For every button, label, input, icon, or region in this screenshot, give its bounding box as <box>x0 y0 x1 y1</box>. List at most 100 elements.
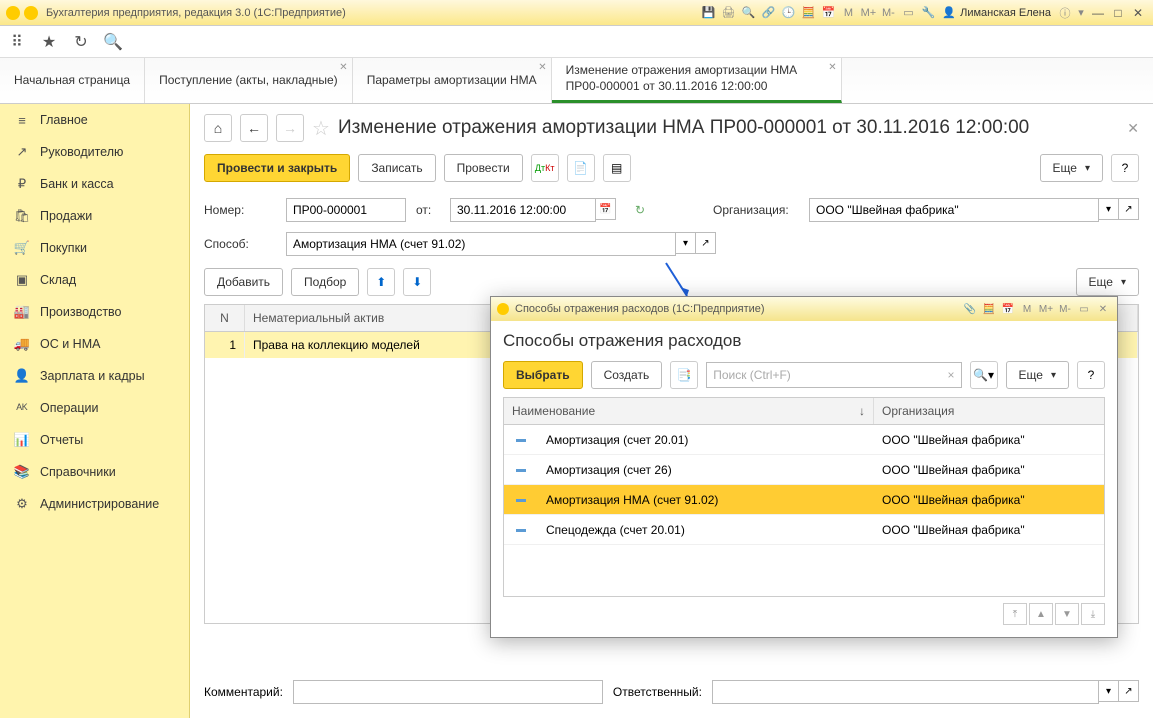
save-icon[interactable]: 💾 <box>700 5 716 21</box>
current-user[interactable]: 👤 Лиманская Елена <box>942 6 1051 19</box>
sidebar-item-assets[interactable]: 🚚ОС и НМА <box>0 328 189 360</box>
pick-button[interactable]: Подбор <box>291 268 359 296</box>
forward-button[interactable]: → <box>276 114 304 142</box>
popup-more-button[interactable]: Еще <box>1006 361 1069 389</box>
close-icon[interactable]: ✕ <box>538 62 546 73</box>
method-input[interactable] <box>286 232 676 256</box>
panel-icon[interactable]: ▭ <box>900 5 916 21</box>
sidebar-item-production[interactable]: 🏭Производство <box>0 296 189 328</box>
clip-icon[interactable]: 📎 <box>962 302 978 316</box>
search-icon[interactable]: 🔍 <box>740 5 756 21</box>
m-icon[interactable]: M <box>840 5 856 21</box>
col-n[interactable]: N <box>205 305 245 331</box>
home-button[interactable]: ⌂ <box>204 114 232 142</box>
dropdown-icon[interactable]: ▾ <box>1073 5 1089 21</box>
responsible-input[interactable] <box>712 680 1099 704</box>
open-method-icon[interactable]: ↗ <box>696 232 716 254</box>
write-button[interactable]: Записать <box>358 154 435 182</box>
doc-icon[interactable]: 📄 <box>567 154 595 182</box>
tool-icon[interactable]: 🔧 <box>920 5 936 21</box>
m-minus-icon[interactable]: M- <box>880 5 896 21</box>
calendar-icon[interactable]: 📅 <box>1000 302 1016 316</box>
sidebar-item-reports[interactable]: 📊Отчеты <box>0 424 189 456</box>
info-icon[interactable]: ⓘ <box>1057 5 1073 21</box>
star-icon[interactable]: ★ <box>40 33 58 51</box>
copy-icon[interactable]: 📑 <box>670 361 698 389</box>
history-icon[interactable]: ↻ <box>72 33 90 51</box>
date-ext-icon[interactable]: ↻ <box>626 196 654 224</box>
comment-input[interactable] <box>293 680 603 704</box>
maximize-button[interactable]: □ <box>1109 5 1127 21</box>
close-document-button[interactable]: ✕ <box>1127 120 1139 137</box>
calendar-icon[interactable]: 📅 <box>596 198 616 220</box>
up-button[interactable]: ▲ <box>1029 603 1053 625</box>
popup-close-button[interactable]: ✕ <box>1095 302 1111 316</box>
open-icon[interactable]: ↗ <box>1119 680 1139 702</box>
tab-amort-params[interactable]: Параметры амортизации НМА ✕ <box>353 58 552 103</box>
minimize-button[interactable]: — <box>1089 5 1107 21</box>
popup-col-name[interactable]: Наименование↓ <box>504 398 874 424</box>
list-icon[interactable]: ▤ <box>603 154 631 182</box>
sidebar-item-hr[interactable]: 👤Зарплата и кадры <box>0 360 189 392</box>
create-button[interactable]: Создать <box>591 361 663 389</box>
sidebar-item-purchases[interactable]: 🛒Покупки <box>0 232 189 264</box>
number-input[interactable] <box>286 198 406 222</box>
find-button[interactable]: 🔍▾ <box>970 361 998 389</box>
chevron-down-icon[interactable]: ▾ <box>1099 198 1119 220</box>
popup-help-button[interactable]: ? <box>1077 361 1105 389</box>
sidebar-item-operations[interactable]: ᴬᴷОперации <box>0 392 189 424</box>
close-icon[interactable]: ✕ <box>339 62 347 73</box>
tab-home[interactable]: Начальная страница <box>0 58 145 103</box>
close-button[interactable]: ✕ <box>1129 5 1147 21</box>
clear-icon[interactable]: × <box>948 368 955 382</box>
search-input[interactable]: Поиск (Ctrl+F) × <box>706 362 961 388</box>
sidebar-item-warehouse[interactable]: ▣Склад <box>0 264 189 296</box>
add-button[interactable]: Добавить <box>204 268 283 296</box>
first-button[interactable]: ⤒ <box>1003 603 1027 625</box>
m-plus-icon[interactable]: M+ <box>860 5 876 21</box>
popup-row[interactable]: ▬ Спецодежда (счет 20.01) ООО "Швейная ф… <box>504 515 1104 545</box>
calc-icon[interactable]: 🧮 <box>800 5 816 21</box>
back-button[interactable]: ← <box>240 114 268 142</box>
date-input[interactable] <box>450 198 596 222</box>
popup-col-org[interactable]: Организация <box>874 398 1104 424</box>
favorite-icon[interactable]: ☆ <box>312 116 330 141</box>
org-input[interactable] <box>809 198 1099 222</box>
tab-change-amort[interactable]: Изменение отражения амортизации НМА ПР00… <box>552 58 842 103</box>
clock-icon[interactable]: 🕒 <box>780 5 796 21</box>
search-icon[interactable]: 🔍 <box>104 33 122 51</box>
link-icon[interactable]: 🔗 <box>760 5 776 21</box>
m-icon[interactable]: M <box>1019 302 1035 316</box>
open-icon[interactable]: ↗ <box>1119 198 1139 220</box>
move-down-button[interactable]: ⬇ <box>403 268 431 296</box>
calc-icon[interactable]: 🧮 <box>981 302 997 316</box>
sidebar-item-manager[interactable]: ↗Руководителю <box>0 136 189 168</box>
sidebar-item-sales[interactable]: 🛍Продажи <box>0 200 189 232</box>
sidebar-item-bank[interactable]: ₽Банк и касса <box>0 168 189 200</box>
calendar-icon[interactable]: 📅 <box>820 5 836 21</box>
post-and-close-button[interactable]: Провести и закрыть <box>204 154 350 182</box>
more-button[interactable]: Еще <box>1040 154 1103 182</box>
m-plus-icon[interactable]: M+ <box>1038 302 1054 316</box>
sidebar-item-main[interactable]: ≡Главное <box>0 104 189 136</box>
popup-row[interactable]: ▬ Амортизация (счет 26) ООО "Швейная фаб… <box>504 455 1104 485</box>
post-button[interactable]: Провести <box>444 154 523 182</box>
table-more-button[interactable]: Еще <box>1076 268 1139 296</box>
app-menu-icon[interactable] <box>24 6 38 20</box>
sidebar-item-catalogs[interactable]: 📚Справочники <box>0 456 189 488</box>
sidebar-item-admin[interactable]: ⚙Администрирование <box>0 488 189 520</box>
close-icon[interactable]: ✕ <box>828 62 836 73</box>
select-button[interactable]: Выбрать <box>503 361 583 389</box>
dt-kt-icon[interactable]: ДтКт <box>531 154 559 182</box>
popup-row-selected[interactable]: ▬ Амортизация НМА (счет 91.02) ООО "Швей… <box>504 485 1104 515</box>
down-button[interactable]: ▼ <box>1055 603 1079 625</box>
tab-receipt[interactable]: Поступление (акты, накладные) ✕ <box>145 58 353 103</box>
print-icon[interactable]: 🖨 <box>720 5 736 21</box>
m-minus-icon[interactable]: M- <box>1057 302 1073 316</box>
apps-icon[interactable]: ⠿ <box>8 33 26 51</box>
popup-row[interactable]: ▬ Амортизация (счет 20.01) ООО "Швейная … <box>504 425 1104 455</box>
chevron-down-icon[interactable]: ▾ <box>1099 680 1119 702</box>
restore-icon[interactable]: ▭ <box>1076 302 1092 316</box>
chevron-down-icon[interactable]: ▾ <box>676 232 696 254</box>
move-up-button[interactable]: ⬆ <box>367 268 395 296</box>
